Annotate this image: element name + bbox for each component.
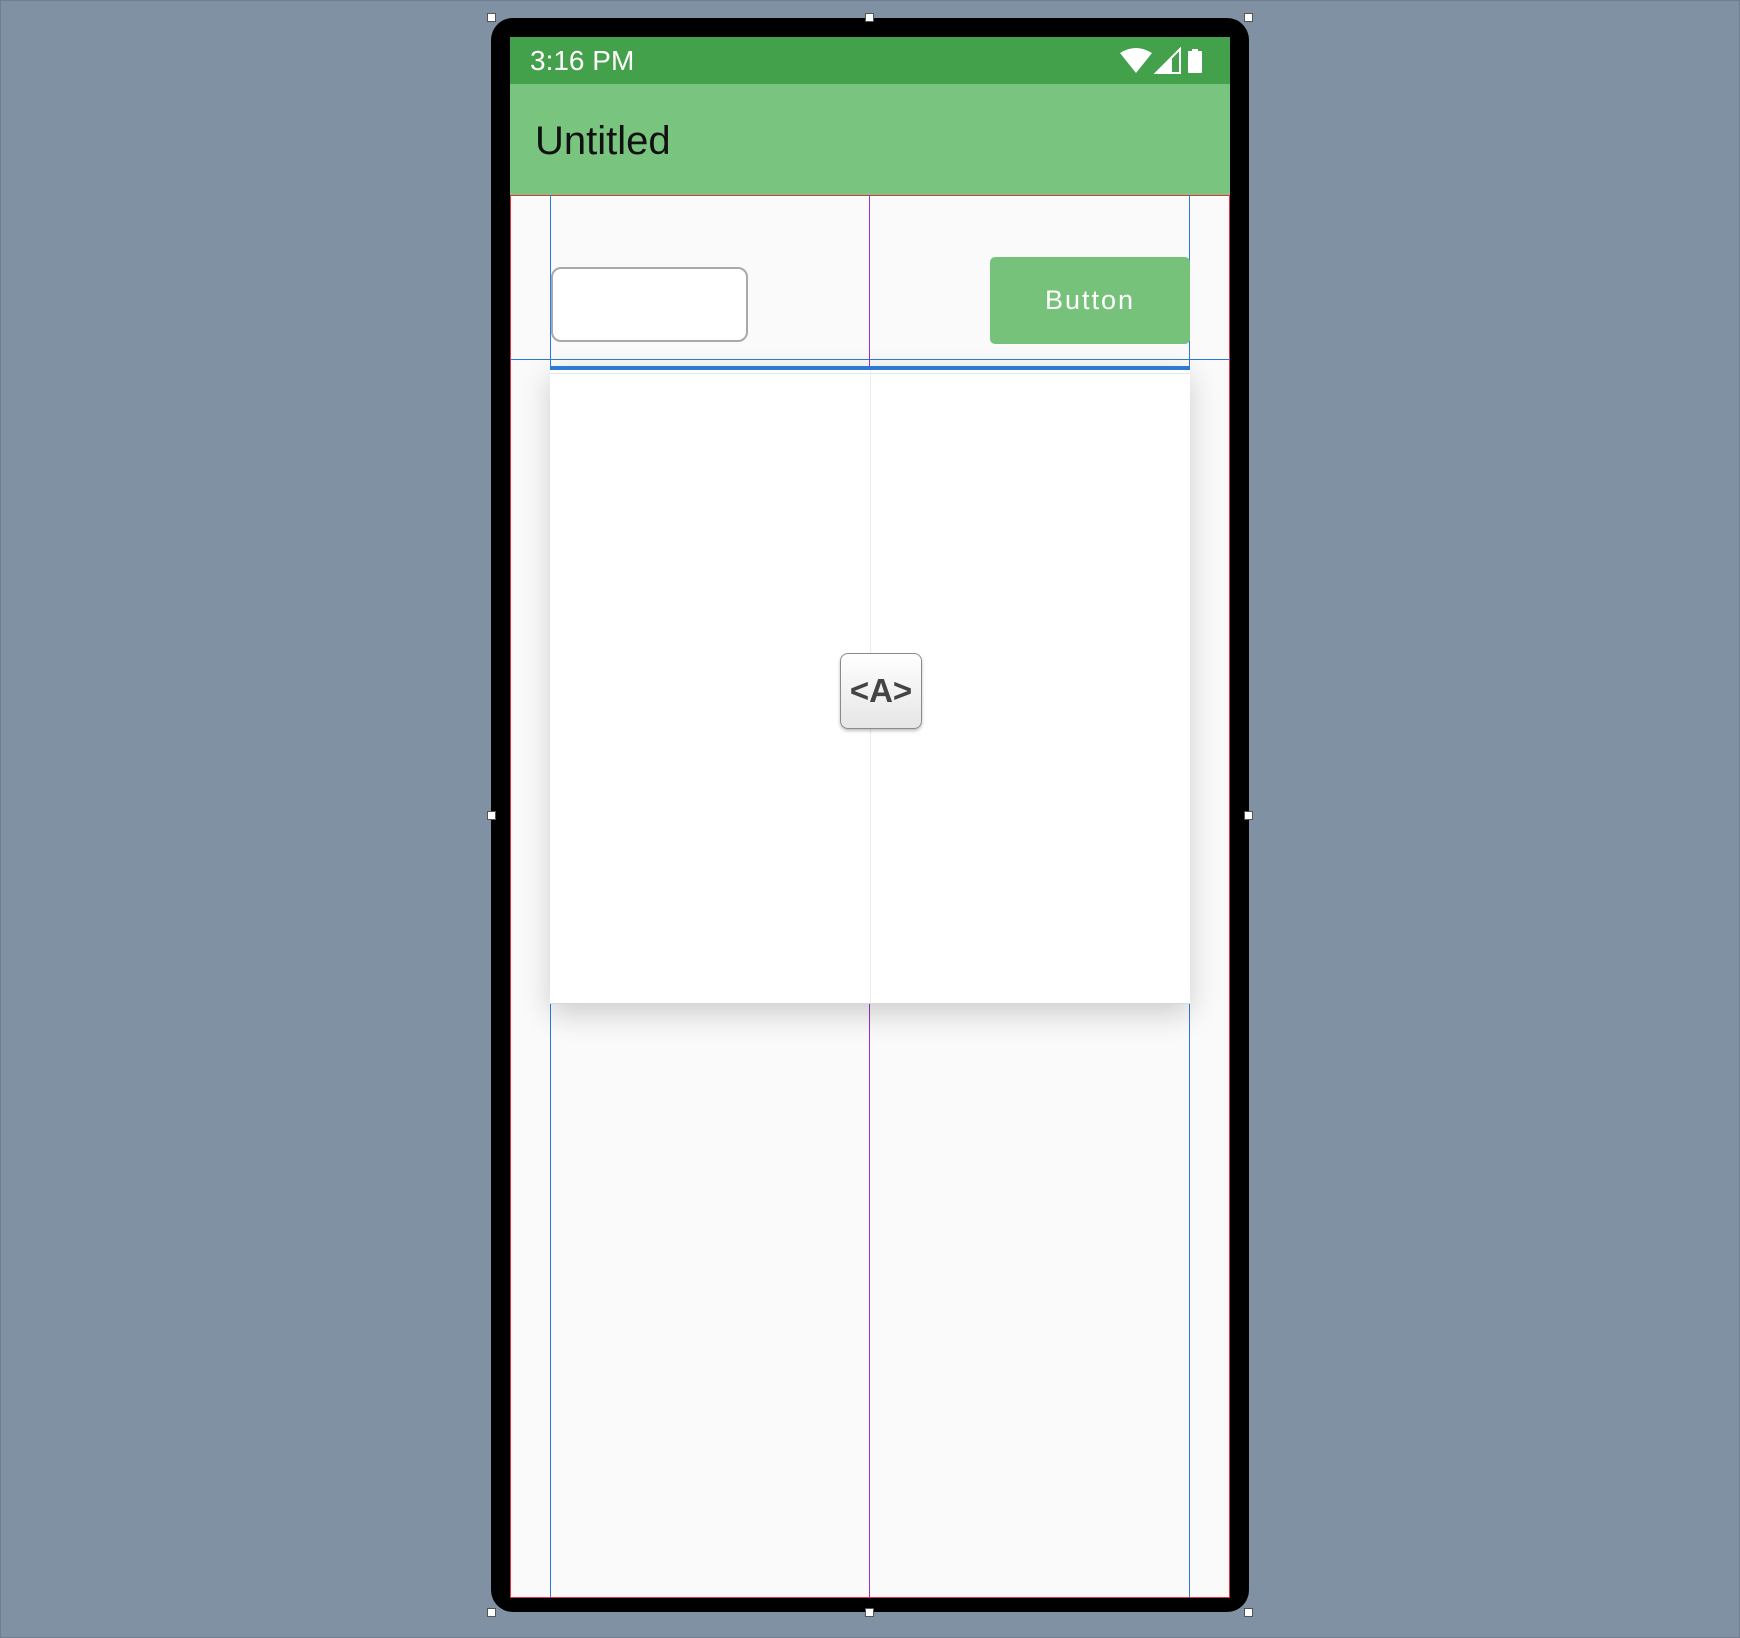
resize-handle-top[interactable]	[865, 13, 874, 22]
battery-icon	[1188, 49, 1202, 73]
status-icons	[1120, 47, 1202, 74]
button[interactable]: Button	[990, 257, 1190, 344]
device-screen: 3:16 PM Untitled Button <A>	[510, 37, 1230, 1598]
guide-red-top	[510, 195, 1230, 196]
status-bar: 3:16 PM	[510, 37, 1230, 84]
resize-handle-top-left[interactable]	[487, 13, 496, 22]
text-input[interactable]	[551, 267, 748, 342]
resize-handle-right[interactable]	[1244, 811, 1253, 820]
resize-handle-top-right[interactable]	[1244, 13, 1253, 22]
guide-red-right	[1229, 195, 1230, 1598]
app-bar: Untitled	[510, 84, 1230, 195]
status-time: 3:16 PM	[530, 45, 635, 76]
resize-handle-bottom-left[interactable]	[487, 1608, 496, 1617]
wifi-icon	[1120, 48, 1152, 73]
resize-handle-bottom[interactable]	[865, 1608, 874, 1617]
resize-handle-left[interactable]	[487, 811, 496, 820]
guide-red-bottom	[510, 1597, 1230, 1598]
cell-signal-icon	[1153, 47, 1181, 74]
guide-blue-horizontal	[510, 359, 1230, 360]
guide-red-left	[510, 195, 511, 1598]
element-placeholder-icon[interactable]: <A>	[840, 653, 922, 729]
content-panel[interactable]: <A>	[550, 366, 1190, 1004]
app-title: Untitled	[535, 119, 671, 163]
resize-handle-bottom-right[interactable]	[1244, 1608, 1253, 1617]
